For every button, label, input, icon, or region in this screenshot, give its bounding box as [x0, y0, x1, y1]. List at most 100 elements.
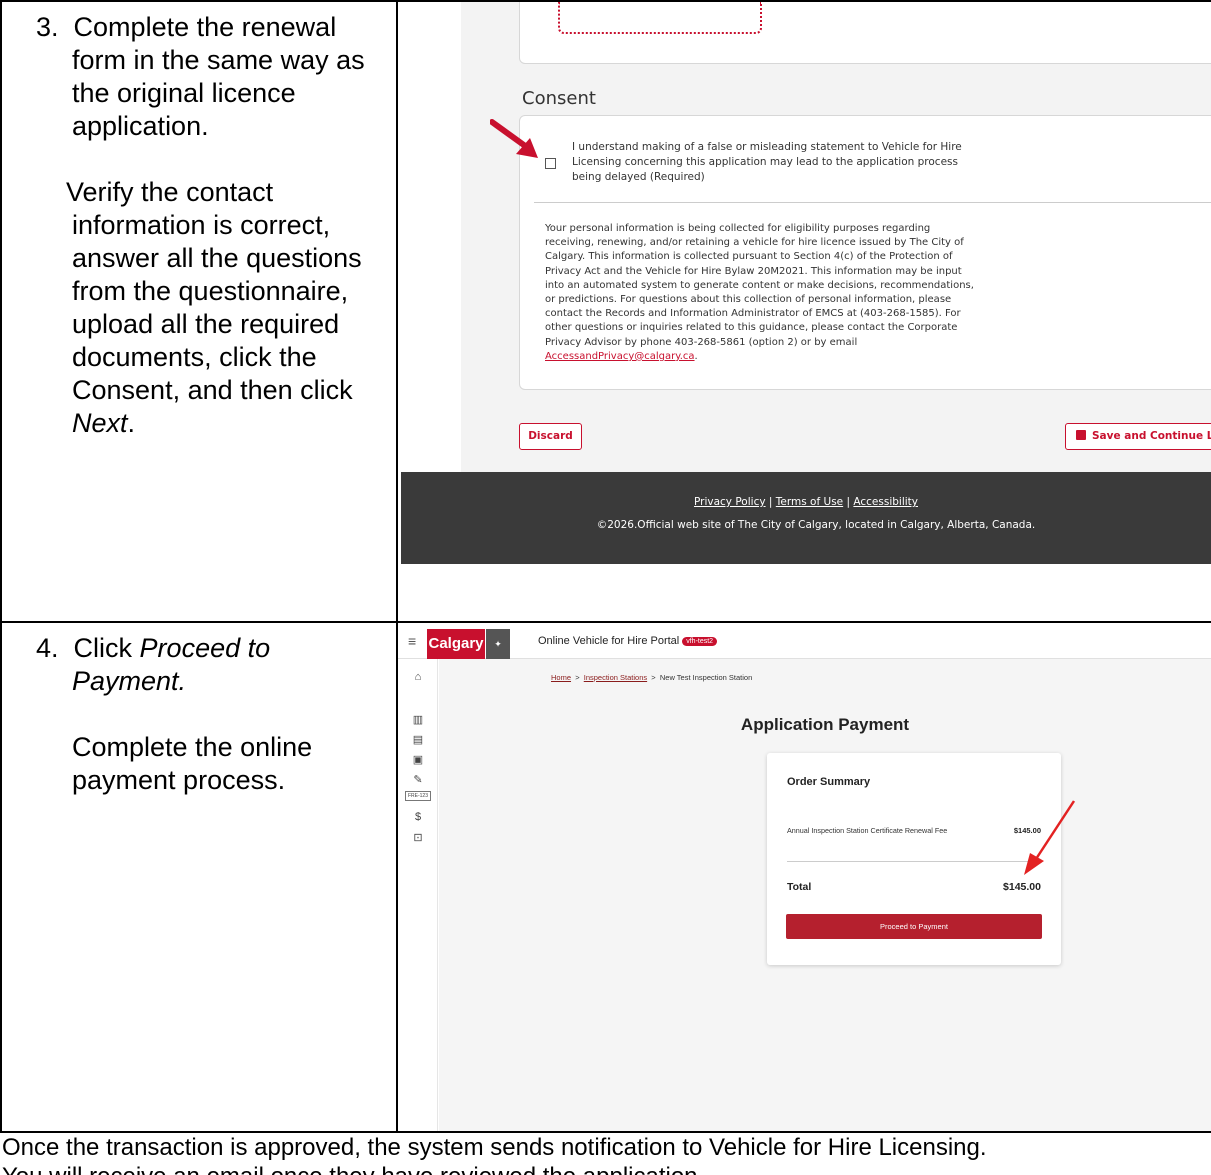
portal-title: Online Vehicle for Hire Portal vfh-test2 [538, 635, 718, 647]
vehicle-icon[interactable]: ▣ [398, 753, 438, 766]
red-arrow-icon [490, 119, 538, 158]
total-value: $145.00 [1003, 881, 1041, 893]
hamburger-menu-icon[interactable]: ≡ [408, 633, 416, 649]
dollar-icon[interactable]: $ [398, 811, 438, 823]
line-item-label: Annual Inspection Station Certificate Re… [787, 826, 948, 835]
step-4-cell: 4. Click Proceed to Payment. Complete th… [0, 621, 398, 1133]
calgary-logo[interactable]: Calgary [427, 629, 485, 659]
breadcrumb-current: New Test Inspection Station [659, 673, 753, 682]
step-4-detail-line: Complete the online [72, 732, 313, 762]
instruction-table: 3. Complete the renewal form in the same… [0, 0, 1211, 1175]
order-summary-card: Order Summary Annual Inspection Station … [767, 753, 1061, 965]
plate-icon[interactable]: FRE-123 [398, 791, 438, 801]
upload-dropzone[interactable] [558, 2, 762, 34]
step-3-detail-line: documents, click the [72, 342, 317, 372]
step-3-title-line: form in the same way as [72, 45, 365, 75]
step-3-title-line: application. [72, 111, 209, 141]
terms-of-use-link[interactable]: Terms of Use [776, 496, 843, 508]
accessibility-link[interactable]: Accessibility [853, 496, 918, 508]
privacy-line: receiving, renewing, and/or retaining a … [545, 237, 964, 249]
breadcrumb: Home > Inspection Stations > New Test In… [551, 673, 752, 682]
privacy-line: Calgary. This information is collected p… [545, 251, 953, 263]
privacy-policy-link[interactable]: Privacy Policy [694, 496, 766, 508]
payment-screenshot: ≡ Calgary ✦ Online Vehicle for Hire Port… [398, 623, 1211, 1131]
home-icon[interactable]: ⌂ [398, 671, 438, 683]
step-3-detail-line: Verify the contact [66, 177, 274, 207]
step-4-number: 4. [36, 633, 59, 663]
consent-checkbox[interactable] [545, 158, 556, 169]
step-4-detail-line: payment process. [72, 765, 286, 795]
save-icon [1076, 430, 1086, 440]
consent-statement: I understand making of a false or mislea… [572, 140, 992, 185]
step-3-detail-line: information is correct, [72, 210, 331, 240]
lock-icon[interactable]: ⊡ [398, 831, 438, 844]
privacy-line: contact the Records and Information Admi… [545, 308, 961, 320]
step-3-cell: 3. Complete the renewal form in the same… [0, 0, 398, 623]
footer-copyright: ©2026.Official web site of The City of C… [596, 519, 1036, 531]
breadcrumb-home[interactable]: Home [551, 673, 571, 682]
step-4-title-emphasis: Payment. [72, 666, 187, 696]
sidebar: ⌂ ▥ ▤ ▣ ✎ FRE-123 $ ⊡ [398, 659, 438, 1131]
consent-line: Licensing concerning this application ma… [572, 156, 958, 168]
step-4-title-emphasis: Proceed to [139, 633, 271, 663]
consent-card: I understand making of a false or mislea… [490, 115, 1211, 390]
step-3-detail-line: answer all the questions [72, 243, 362, 273]
breadcrumb-sep: > [575, 673, 580, 682]
site-footer: Privacy Policy | Terms of Use | Accessib… [401, 472, 1211, 564]
wrench-icon[interactable]: ✎ [398, 773, 438, 786]
order-summary-title: Order Summary [787, 776, 871, 788]
payment-screenshot-cell: ≡ Calgary ✦ Online Vehicle for Hire Port… [396, 621, 1211, 1133]
privacy-email-link[interactable]: AccessandPrivacy@calgary.ca [545, 351, 695, 362]
step-3-title-line: the original licence [72, 78, 296, 108]
plate-text: FRE-123 [404, 791, 431, 801]
city-crest-icon: ✦ [486, 629, 510, 659]
privacy-line: or predictions. For questions about this… [545, 294, 952, 306]
privacy-email-period: . [694, 350, 698, 362]
consent-line: I understand making of a false or mislea… [572, 141, 962, 153]
privacy-notice: Your personal information is being colle… [545, 222, 995, 364]
step-3-text: 3. Complete the renewal form in the same… [2, 2, 396, 440]
closing-note-line: You will receive an email once they have… [2, 1162, 1211, 1175]
car-icon[interactable]: ▤ [398, 733, 438, 746]
closing-note-line: Once the transaction is approved, the sy… [2, 1134, 987, 1161]
top-bar: ≡ Calgary ✦ Online Vehicle for Hire Port… [398, 623, 1211, 659]
page-title: Application Payment [740, 715, 910, 734]
consent-screenshot: Consent I understand making of a false o… [398, 2, 1211, 621]
privacy-line: Your personal information is being colle… [545, 223, 931, 234]
proceed-to-payment-button[interactable]: Proceed to Payment [786, 914, 1042, 939]
step-3-next-emphasis: Next [72, 408, 128, 438]
environment-badge: vfh-test2 [682, 637, 718, 646]
consent-screenshot-cell: Consent I understand making of a false o… [396, 0, 1211, 623]
step-4-title-prefix: Click [73, 633, 140, 663]
red-arrow-icon [1024, 800, 1076, 875]
save-continue-later-button[interactable]: Save and Continue Late [1065, 423, 1211, 450]
closing-note: Once the transaction is approved, the sy… [2, 1133, 1211, 1175]
save-button-label: Save and Continue Late [1092, 430, 1211, 442]
footer-links: Privacy Policy | Terms of Use | Accessib… [401, 496, 1211, 508]
portal-title-text: Online Vehicle for Hire Portal [538, 635, 680, 647]
breadcrumb-inspection-stations[interactable]: Inspection Stations [584, 673, 647, 682]
main-content: Home > Inspection Stations > New Test In… [439, 659, 1211, 1131]
total-label: Total [787, 881, 812, 893]
consent-heading: Consent [522, 88, 596, 109]
consent-line: being delayed (Required) [572, 171, 705, 183]
step-3-title-line: Complete the renewal [73, 12, 337, 42]
step-3-detail-line: Consent, and then click [72, 375, 353, 405]
privacy-line: other questions or inquiries related to … [545, 322, 958, 334]
building-icon[interactable]: ▥ [398, 713, 438, 726]
summary-divider [787, 861, 1041, 862]
footer-separator: | [768, 496, 773, 508]
footer-separator: | [846, 496, 851, 508]
discard-button[interactable]: Discard [519, 423, 582, 450]
step-3-detail-line: upload all the required [72, 309, 340, 339]
breadcrumb-sep: > [651, 673, 656, 682]
step-3-detail-line: from the questionnaire, [72, 276, 349, 306]
upload-card [519, 2, 1211, 64]
step-3-period: . [127, 408, 136, 438]
privacy-line: Privacy Act and the Vehicle for Hire Byl… [545, 265, 962, 277]
privacy-line: Privacy Advisor by phone 403-268-5861 (o… [545, 336, 858, 348]
step-3-number: 3. [36, 12, 59, 42]
divider [534, 202, 1211, 203]
step-4-text: 4. Click Proceed to Payment. Complete th… [2, 623, 396, 797]
privacy-line: into an automated system to generate con… [545, 279, 974, 291]
